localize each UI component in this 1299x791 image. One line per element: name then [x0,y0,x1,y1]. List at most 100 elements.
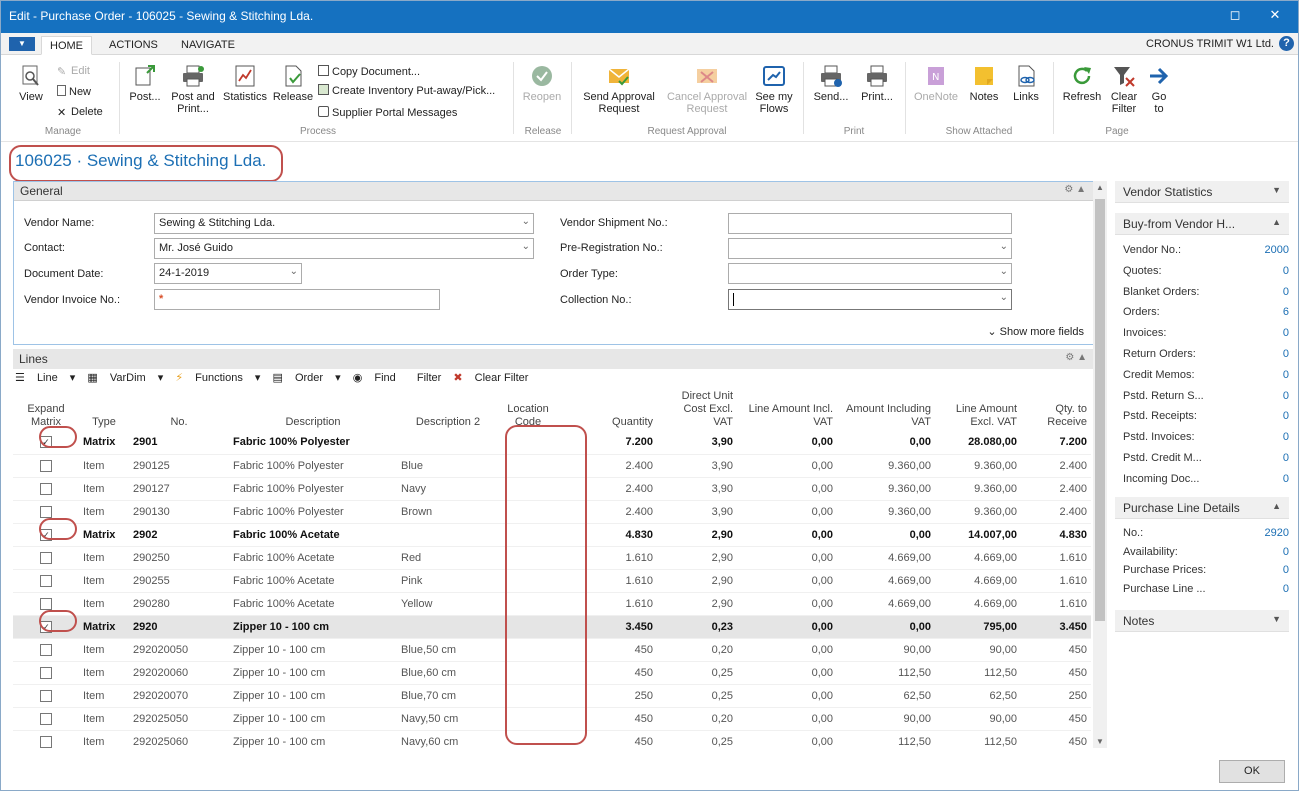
factbox-row-value[interactable]: 6 [1283,306,1289,318]
expand-matrix-checkbox[interactable] [40,551,52,564]
cell-cost[interactable]: 0,25 [657,661,737,685]
cell-lincl[interactable]: 0,00 [737,454,837,478]
column-header[interactable]: Type [79,388,129,431]
see-my-flows-button[interactable]: See my Flows [753,64,795,115]
cell-type[interactable]: Item [79,638,129,662]
cell-aincl[interactable]: 112,50 [837,661,935,685]
cell-type[interactable]: Item [79,661,129,685]
cell-desc2[interactable] [397,431,499,455]
column-header[interactable]: Description 2 [397,388,499,431]
cell-lexcl[interactable]: 9.360,00 [935,454,1021,478]
factbox-row-value[interactable]: 0 [1283,546,1289,558]
go-to-button[interactable]: Go to [1145,64,1173,115]
cell-desc2[interactable] [397,615,499,639]
cell-type[interactable]: Item [79,684,129,708]
cell-desc[interactable]: Zipper 10 - 100 cm [229,638,397,662]
cell-desc2[interactable] [397,523,499,547]
column-header[interactable]: No. [129,388,229,431]
cell-desc2[interactable]: Blue,60 cm [397,661,499,685]
cell-cost[interactable]: 3,90 [657,500,737,524]
cell-lexcl[interactable]: 9.360,00 [935,500,1021,524]
factbox-row-value[interactable]: 0 [1283,327,1289,339]
cell-lincl[interactable]: 0,00 [737,684,837,708]
factbox-row-value[interactable]: 0 [1283,390,1289,402]
cell-qty[interactable]: 450 [579,638,657,662]
cell-recv[interactable]: 3.450 [1021,615,1091,639]
cell-desc[interactable]: Fabric 100% Polyester [229,477,397,501]
cell-desc2[interactable]: Red [397,546,499,570]
cell-cost[interactable]: 3,90 [657,477,737,501]
cell-desc2[interactable]: Pink [397,569,499,593]
cell-desc[interactable]: Fabric 100% Acetate [229,592,397,616]
cell-cost[interactable]: 2,90 [657,546,737,570]
cell-lexcl[interactable]: 795,00 [935,615,1021,639]
factbox-row-value[interactable]: 0 [1283,452,1289,464]
cell-desc2[interactable]: Navy,50 cm [397,707,499,731]
cell-lexcl[interactable]: 14.007,00 [935,523,1021,547]
expand-matrix-checkbox[interactable] [40,666,52,679]
cell-lincl[interactable]: 0,00 [737,500,837,524]
cell-lincl[interactable]: 0,00 [737,661,837,685]
cell-aincl[interactable]: 90,00 [837,707,935,731]
cell-aincl[interactable]: 4.669,00 [837,592,935,616]
expand-matrix-checkbox[interactable] [40,689,52,702]
cell-type[interactable]: Matrix [79,615,129,639]
cell-recv[interactable]: 450 [1021,638,1091,662]
pre-registration-field[interactable]: ⌄ [728,238,1012,259]
cell-type[interactable]: Item [79,592,129,616]
cell-aincl[interactable]: 9.360,00 [837,500,935,524]
cell-type[interactable]: Item [79,500,129,524]
cancel-approval-request-button[interactable]: Cancel Approval Request [663,64,751,115]
find-button[interactable]: ◉ Find [353,372,405,384]
column-header[interactable]: Direct Unit Cost Excl. VAT [657,388,737,431]
cell-desc[interactable]: Fabric 100% Polyester [229,431,397,455]
post-and-print-button[interactable]: Post and Print... [167,64,219,115]
cell-aincl[interactable]: 4.669,00 [837,569,935,593]
cell-recv[interactable]: 2.400 [1021,454,1091,478]
order-type-field[interactable]: ⌄ [728,263,1012,284]
cell-cost[interactable]: 0,23 [657,615,737,639]
cell-aincl[interactable]: 62,50 [837,684,935,708]
cell-qty[interactable]: 7.200 [579,431,657,455]
cell-no[interactable]: 292025050 [129,707,229,731]
cell-aincl[interactable]: 4.669,00 [837,546,935,570]
cell-no[interactable]: 290125 [129,454,229,478]
vendor-statistics-header[interactable]: Vendor Statistics ▼ [1115,181,1289,203]
clear-filter-link[interactable]: ✖ Clear Filter [453,372,537,384]
refresh-button[interactable]: Refresh [1059,64,1105,103]
cell-recv[interactable]: 450 [1021,730,1091,750]
cell-no[interactable]: 292025060 [129,730,229,750]
tab-actions[interactable]: ACTIONS [101,36,166,55]
notes-header[interactable]: Notes ▼ [1115,610,1289,632]
cell-lincl[interactable]: 0,00 [737,707,837,731]
cell-desc2[interactable]: Blue,70 cm [397,684,499,708]
create-inventory-button[interactable]: Create Inventory Put-away/Pick... [318,84,495,98]
cell-lexcl[interactable]: 90,00 [935,707,1021,731]
new-button[interactable]: New [57,85,91,99]
factbox-row-value[interactable]: 0 [1283,348,1289,360]
supplier-portal-button[interactable]: Supplier Portal Messages [318,106,457,120]
tab-navigate[interactable]: NAVIGATE [173,36,243,55]
cell-cost[interactable]: 2,90 [657,569,737,593]
factbox-row-value[interactable]: 2920 [1265,527,1289,539]
cell-no[interactable]: 290250 [129,546,229,570]
cell-type[interactable]: Item [79,546,129,570]
cell-no[interactable]: 2902 [129,523,229,547]
cell-desc2[interactable]: Brown [397,500,499,524]
factbox-row-value[interactable]: 0 [1283,265,1289,277]
cell-cost[interactable]: 0,20 [657,707,737,731]
column-header[interactable]: Amount Including VAT [837,388,935,431]
cell-aincl[interactable]: 0,00 [837,523,935,547]
release-button[interactable]: Release [271,64,315,103]
cell-recv[interactable]: 4.830 [1021,523,1091,547]
purchase-line-details-header[interactable]: Purchase Line Details ▲ [1115,497,1289,519]
cell-lincl[interactable]: 0,00 [737,477,837,501]
vendor-invoice-field[interactable]: * [154,289,440,310]
line-menu[interactable]: ☰ Line ▾ [15,372,75,384]
vertical-scrollbar[interactable]: ▲ ▼ [1093,181,1107,748]
edit-button[interactable]: ✎ Edit [57,65,90,78]
scroll-down-icon[interactable]: ▼ [1096,737,1104,746]
cell-cost[interactable]: 2,90 [657,592,737,616]
lines-header[interactable]: Lines ⚙ ▲ [13,349,1095,369]
cell-lexcl[interactable]: 112,50 [935,730,1021,750]
